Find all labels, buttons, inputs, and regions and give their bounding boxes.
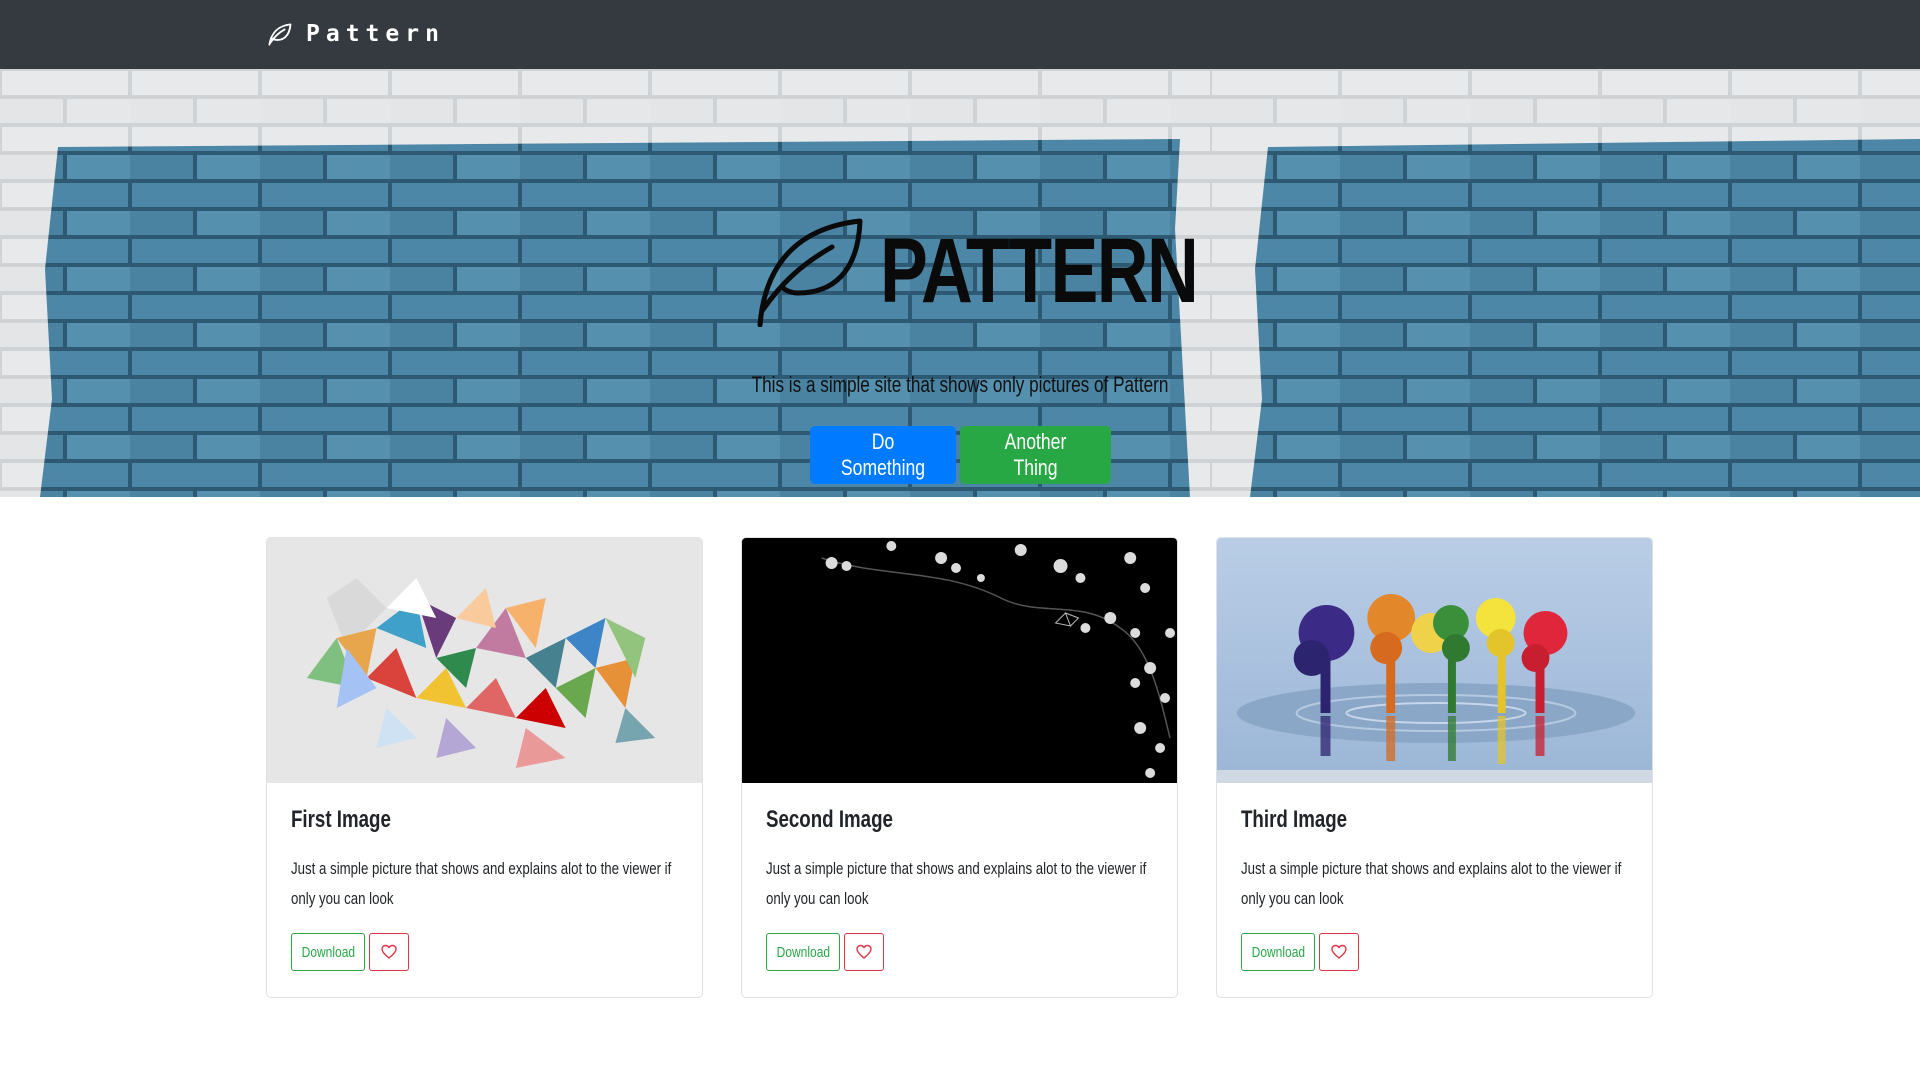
- navbar: Pattern: [0, 0, 1920, 69]
- card-text: Just a simple picture that shows and exp…: [1241, 859, 1622, 908]
- card-actions: Download: [291, 933, 409, 971]
- card-image-geometric[interactable]: [267, 538, 702, 783]
- another-thing-label: Another Thing: [1004, 429, 1066, 480]
- download-label: Download: [776, 943, 830, 961]
- another-thing-button[interactable]: Another Thing: [959, 426, 1111, 484]
- download-label: Download: [1251, 943, 1305, 961]
- hero-logo: PATTERN: [754, 215, 1287, 327]
- card-title: Second Image: [766, 806, 893, 833]
- card-grid: First Image Just a simple picture that s…: [266, 537, 1655, 998]
- like-button[interactable]: [844, 933, 884, 971]
- heart-icon: [856, 944, 872, 959]
- like-button[interactable]: [1319, 933, 1359, 971]
- navbar-brand[interactable]: Pattern: [266, 14, 445, 54]
- do-something-button[interactable]: Do Something: [809, 426, 956, 484]
- download-button[interactable]: Download: [291, 933, 365, 971]
- like-button[interactable]: [369, 933, 409, 971]
- do-something-label: Do Something: [840, 429, 925, 480]
- leaf-icon: [757, 218, 863, 327]
- card-text: Just a simple picture that shows and exp…: [291, 859, 672, 908]
- leaf-icon: [268, 22, 292, 46]
- hero-lead-text: This is a simple site that shows only pi…: [751, 372, 1169, 397]
- brand-text: Pattern: [306, 21, 445, 47]
- heart-icon: [1331, 944, 1347, 959]
- hero-buttons: Do Something Another Thing: [0, 426, 1920, 484]
- hero-title: PATTERN: [880, 220, 1199, 322]
- card-third-image: Third Image Just a simple picture that s…: [1216, 537, 1653, 998]
- card-actions: Download: [766, 933, 884, 971]
- card-actions: Download: [1241, 933, 1359, 971]
- download-button[interactable]: Download: [766, 933, 840, 971]
- card-title: First Image: [291, 806, 391, 833]
- card-title: Third Image: [1241, 806, 1348, 833]
- heart-icon: [381, 944, 397, 959]
- card-first-image: First Image Just a simple picture that s…: [266, 537, 703, 998]
- card-second-image: Second Image Just a simple picture that …: [741, 537, 1178, 998]
- download-button[interactable]: Download: [1241, 933, 1315, 971]
- download-label: Download: [301, 943, 355, 961]
- card-image-flowers[interactable]: [742, 538, 1177, 783]
- card-text: Just a simple picture that shows and exp…: [766, 859, 1147, 908]
- hero-jumbotron: PATTERN This is a simple site that shows…: [0, 69, 1920, 497]
- card-image-paint-splash[interactable]: [1217, 538, 1652, 783]
